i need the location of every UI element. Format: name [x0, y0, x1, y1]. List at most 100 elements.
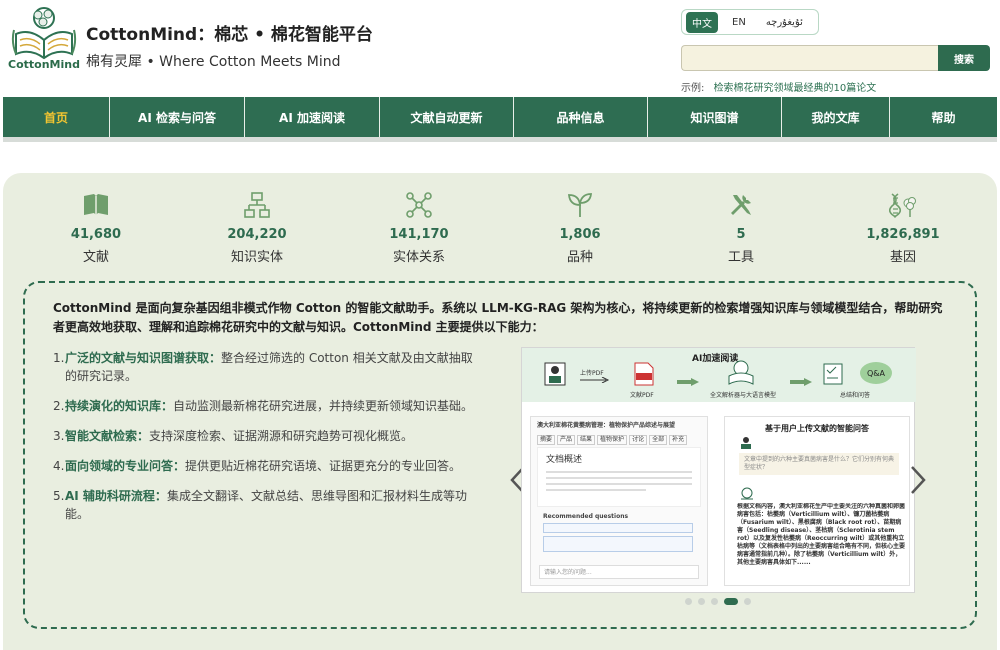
hierarchy-icon — [244, 192, 270, 218]
slide-doc-overview: 文档概述 — [537, 447, 701, 507]
feature-item: 5. AI 辅助科研流程：集成全文翻译、文献总结、思维导图和汇报材料生成等功能。 — [53, 487, 483, 523]
logo-text: CottonMind — [8, 58, 80, 71]
slide-doc-tabs: 摘要 产品 结果 植物保护 讨论 全部 补充 — [531, 435, 707, 445]
feature-text: 支持深度检索、证据溯源和研究趋势可视化概览。 — [149, 429, 414, 443]
carousel-dot-active[interactable] — [724, 598, 738, 605]
dna-cotton-icon — [889, 193, 916, 218]
lang-option-en[interactable]: EN — [726, 14, 752, 31]
feature-item: 1. 广泛的文献与知识图谱获取：整合经过筛选的 Cotton 相关文献及由文献抽… — [53, 349, 483, 385]
search-button[interactable]: 搜索 — [938, 45, 990, 71]
nav-home[interactable]: 首页 — [3, 97, 110, 137]
carousel-dot[interactable] — [685, 598, 692, 605]
feature-item: 3. 智能文献检索：支持深度检索、证据溯源和研究趋势可视化概览。 — [53, 427, 483, 445]
search-example-prefix: 示例: — [681, 83, 705, 94]
stat-varieties-value: 1,806 — [559, 227, 601, 242]
slide-recommended-label: Recommended questions — [543, 513, 629, 520]
summary-icon — [823, 363, 843, 385]
feature-number: 5. — [53, 489, 65, 503]
stat-tools-value: 5 — [736, 227, 746, 242]
slide-step-parser: 全文解析器与大语言模型 — [710, 392, 777, 399]
search-input[interactable] — [681, 45, 939, 71]
slide-doc-tab: 植物保护 — [597, 435, 628, 445]
arrow-right-icon — [580, 377, 610, 383]
feature-title: 持续演化的知识库： — [65, 399, 174, 413]
stat-entities: 204,220 知识实体 — [197, 191, 317, 265]
stat-entities-label: 知识实体 — [230, 250, 283, 265]
slide-doc-tab: 讨论 — [629, 435, 648, 445]
slide-doc-panel: 澳大利亚棉花黄萎病管理：植物保护产品综述与展望 摘要 产品 结果 植物保护 讨论… — [530, 416, 708, 586]
stat-relations-value: 141,170 — [389, 227, 449, 242]
nav-variety-info[interactable]: 品种信息 — [514, 97, 648, 137]
nav-ai-search-qa[interactable]: AI 检索与问答 — [110, 97, 245, 137]
intro-text: CottonMind 是面向复杂基因组非模式作物 Cotton 的智能文献助手。… — [53, 301, 943, 334]
slide-doc-tab: 摘要 — [537, 435, 556, 445]
network-icon — [406, 192, 432, 218]
slide-qa-title: 基于用户上传文献的智能问答 — [765, 424, 869, 433]
arrow-right-icon — [677, 378, 699, 386]
stat-literature: 41,680 文献 — [36, 191, 156, 265]
stat-tools-label: 工具 — [727, 250, 754, 265]
carousel-dot[interactable] — [744, 598, 751, 605]
stat-varieties: 1,806 品种 — [520, 191, 640, 265]
slide-qa-panel: 基于用户上传文献的智能问答 文章中提到的六种主要真菌病害是什么？它们分别有何典型… — [724, 416, 910, 586]
carousel-next-button[interactable] — [909, 465, 927, 495]
slide-step-summary: 总结和问答 — [840, 392, 871, 399]
nav-ai-reading[interactable]: AI 加速阅读 — [245, 97, 380, 137]
user-laptop-icon — [544, 362, 566, 386]
slide-step-pdf: 文献PDF — [630, 392, 654, 399]
lang-option-ug[interactable]: ئۇيغۇرچە — [760, 14, 809, 31]
nav-help[interactable]: 帮助 — [890, 97, 997, 137]
intro-box: CottonMind 是面向复杂基因组非模式作物 Cotton 的智能文献助手。… — [23, 281, 977, 629]
slide-doc-tab: 补充 — [669, 435, 688, 445]
feature-carousel: AI加速阅读 上传PDF 文献PDF 全文解析器与大语言模型 总结和问答 Q&A… — [521, 347, 916, 593]
slide-doc-section-title: 文档概述 — [546, 455, 583, 465]
slide-question-input: 请输入您的问题... — [539, 565, 699, 579]
nav-knowledge-graph[interactable]: 知识图谱 — [648, 97, 782, 137]
qa-bubble: Q&A — [860, 362, 892, 384]
feature-title: 广泛的文献与知识图谱获取： — [65, 351, 222, 365]
cotton-book-icon — [728, 360, 754, 385]
stat-tools: 5 工具 — [681, 191, 801, 265]
pdf-icon — [634, 362, 654, 386]
feature-title: AI 辅助科研流程： — [65, 489, 167, 503]
feature-item: 4. 面向领域的专业问答：提供更贴近棉花研究语境、证据更充分的专业回答。 — [53, 457, 483, 475]
feature-item: 2. 持续演化的知识库：自动监测最新棉花研究进展，并持续更新领域知识基础。 — [53, 397, 483, 415]
nav-my-library[interactable]: 我的文库 — [782, 97, 890, 137]
nav-literature-update[interactable]: 文献自动更新 — [380, 97, 514, 137]
slide-doc-header: 澳大利亚棉花黄萎病管理：植物保护产品综述与展望 — [537, 422, 676, 429]
slide-doc-tab: 产品 — [557, 435, 576, 445]
main-nav: 首页 AI 检索与问答 AI 加速阅读 文献自动更新 品种信息 知识图谱 我的文… — [3, 97, 997, 137]
stats-row: 41,680 文献 204,220 知识实体 141,170 实体关系 1,80… — [3, 191, 997, 271]
book-icon — [84, 194, 108, 215]
carousel-dot[interactable] — [698, 598, 705, 605]
tools-icon — [731, 195, 751, 215]
slide-doc-tab: 结果 — [577, 435, 596, 445]
carousel-indicators — [685, 598, 751, 605]
stat-relations-label: 实体关系 — [392, 250, 445, 265]
search-example-link[interactable]: 检索棉花研究领域最经典的10篇论文 — [714, 83, 877, 94]
language-switcher: 中文 EN ئۇيغۇرچە — [681, 9, 819, 35]
header: CottonMind CottonMind：棉芯 • 棉花智能平台 棉有灵犀 •… — [0, 0, 1000, 96]
feature-text: 自动监测最新棉花研究进展，并持续更新领域知识基础。 — [173, 399, 474, 413]
arrow-right-icon — [790, 378, 812, 386]
slide-step-upload: 上传PDF — [580, 370, 604, 377]
slide-qa-question: 文章中提到的六种主要真菌病害是什么？它们分别有何典型症状？ — [739, 453, 899, 475]
slide-doc-tab: 全部 — [649, 435, 668, 445]
stat-genes-label: 基因 — [889, 250, 916, 265]
stat-literature-value: 41,680 — [70, 227, 122, 242]
stat-literature-label: 文献 — [82, 250, 109, 265]
feature-list: 1. 广泛的文献与知识图谱获取：整合经过筛选的 Cotton 相关文献及由文献抽… — [53, 349, 483, 535]
feature-text: 提供更贴近棉花研究语境、证据更充分的专业回答。 — [185, 459, 462, 473]
feature-title: 智能文献检索： — [65, 429, 150, 443]
feature-number: 4. — [53, 459, 65, 473]
site-title: CottonMind：棉芯 • 棉花智能平台 — [86, 25, 373, 45]
stat-genes-value: 1,826,891 — [866, 227, 940, 242]
user-avatar-icon — [741, 437, 751, 449]
cotton-bot-icon — [741, 487, 753, 500]
lang-option-zh[interactable]: 中文 — [686, 11, 718, 33]
feature-number: 3. — [53, 429, 65, 443]
search-example: 示例: 检索棉花研究领域最经典的10篇论文 — [681, 79, 876, 94]
feature-number: 2. — [53, 399, 65, 413]
carousel-dot[interactable] — [711, 598, 718, 605]
feature-number: 1. — [53, 351, 65, 365]
